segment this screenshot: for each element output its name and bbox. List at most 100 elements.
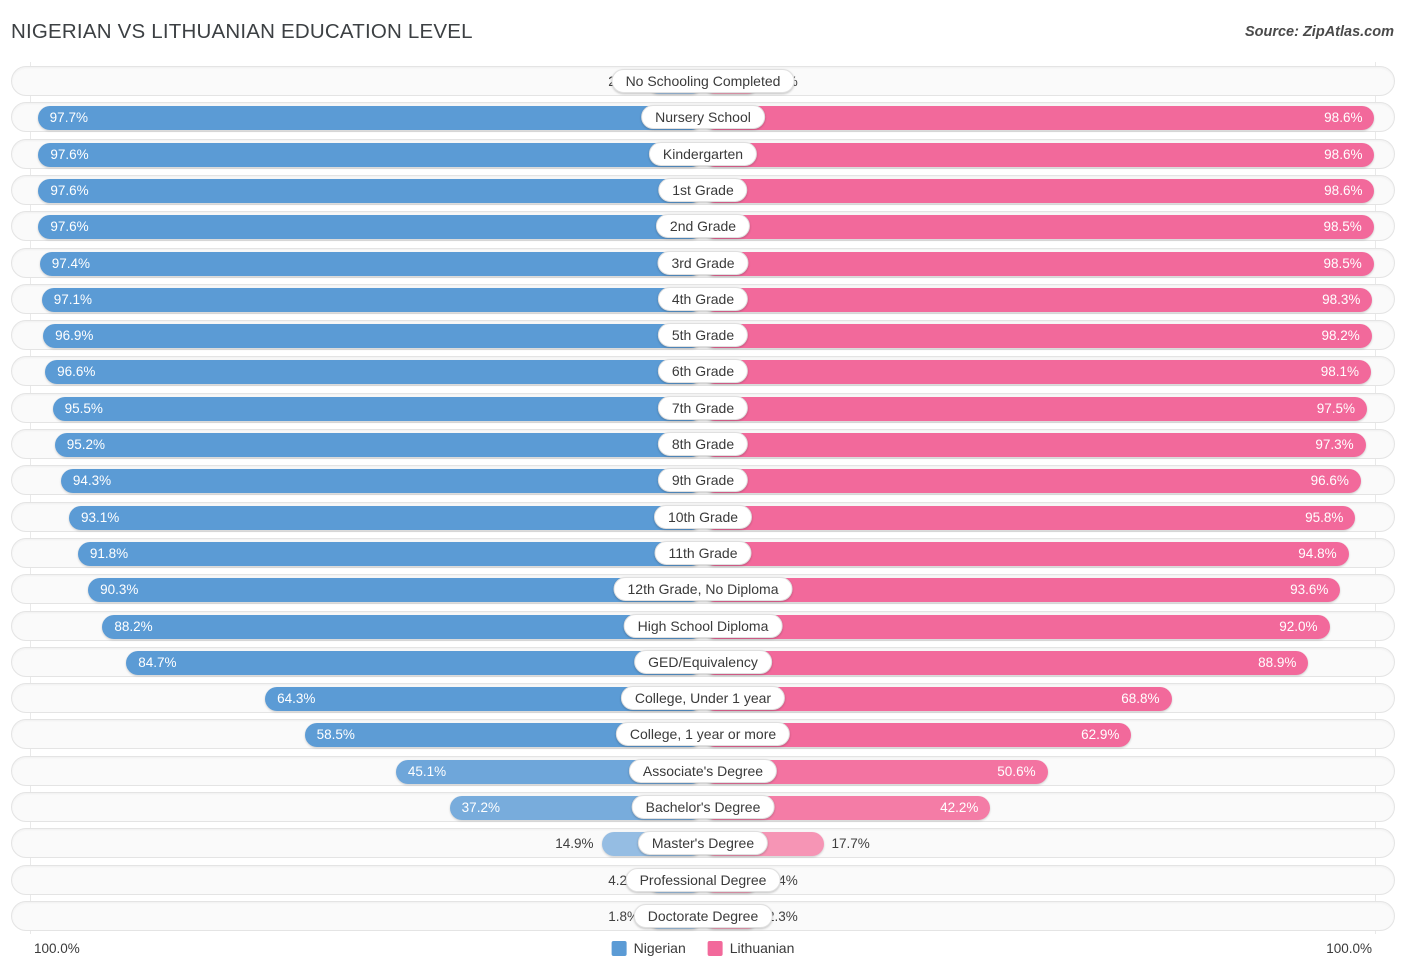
chart-row: 96.9% 98.2% 5th Grade [11,320,1395,350]
axis-label-left: 100.0% [34,941,80,956]
bar-value-lithuanian: 62.9% [1081,723,1119,747]
bar-value-nigerian: 94.3% [73,469,111,493]
legend-swatch-icon [612,941,627,956]
chart-row: 90.3%93.6%12th Grade, No Diploma [11,574,1395,604]
bar-value-nigerian: 97.1% [54,288,92,312]
bar-value-lithuanian: 98.6% [1324,106,1362,130]
category-label: College, 1 year or more [616,722,790,746]
category-label: 8th Grade [658,432,748,456]
bar-value-lithuanian: 92.0% [1279,615,1317,639]
category-label: Doctorate Degree [634,904,773,928]
chart-row: 84.7%88.9%GED/Equivalency [11,647,1395,677]
bar-nigerian: 97.4% [40,252,703,276]
chart-row: 1.8%2.3%Doctorate Degree [11,901,1395,931]
chart-row: 97.6%98.5%2nd Grade [11,211,1395,241]
bar-value-lithuanian: 94.8% [1298,542,1336,566]
bar-value-lithuanian: 93.6% [1290,578,1328,602]
bar-value-nigerian: 91.8% [90,542,128,566]
bar-lithuanian: 98.3% [703,288,1372,312]
bar-value-nigerian: 95.2% [67,433,105,457]
bar-value-lithuanian: 98.6% [1324,179,1362,203]
category-label: No Schooling Completed [612,69,795,93]
bar-value-lithuanian: 68.8% [1121,687,1159,711]
legend-item: Lithuanian [708,940,795,956]
bar-value-nigerian: 95.5% [65,397,103,421]
legend-label: Lithuanian [730,940,795,956]
category-label: 10th Grade [654,505,752,529]
bar-lithuanian: 98.2% [703,324,1372,348]
bar-value-nigerian: 97.6% [50,179,88,203]
bar-value-lithuanian: 96.6% [1311,469,1349,493]
chart-row: 95.5%97.5%7th Grade [11,393,1395,423]
category-label: 5th Grade [658,323,748,347]
bar-value-nigerian: 97.4% [52,252,90,276]
bar-lithuanian: 88.9% [703,651,1308,675]
category-label: College, Under 1 year [621,686,785,710]
bar-lithuanian: 95.8% [703,506,1355,530]
bar-lithuanian: 94.8% [703,542,1349,566]
category-label: Master's Degree [638,831,768,855]
bar-value-nigerian: 96.6% [57,360,95,384]
bar-nigerian: 95.5% [53,397,703,421]
bar-lithuanian: 98.6% [703,143,1374,167]
bar-value-lithuanian: 17.7% [832,832,870,856]
page-title: NIGERIAN VS LITHUANIAN EDUCATION LEVEL [11,20,473,44]
category-label: 4th Grade [658,287,748,311]
chart-row: 45.1%50.6%Associate's Degree [11,756,1395,786]
bar-nigerian: 95.2% [55,433,703,457]
bar-value-nigerian: 93.1% [81,506,119,530]
bar-chart: 2.3%1.4%No Schooling Completed97.7%98.6%… [0,62,1406,934]
bar-value-lithuanian: 98.6% [1324,143,1362,167]
bar-value-nigerian: 88.2% [114,615,152,639]
bar-nigerian: 96.6% [45,360,703,384]
chart-row: 64.3%68.8%College, Under 1 year [11,683,1395,713]
category-label: 3rd Grade [657,251,748,275]
bar-value-nigerian: 37.2% [462,796,500,820]
chart-row: 4.2%5.4%Professional Degree [11,865,1395,895]
bar-value-lithuanian: 95.8% [1305,506,1343,530]
chart-row: 97.7%98.6%Nursery School [11,102,1395,132]
chart-row: 97.6% 98.6% 1st Grade [11,175,1395,205]
bar-value-nigerian: 97.7% [50,106,88,130]
bar-value-nigerian: 97.6% [50,215,88,239]
bar-lithuanian: 98.5% [703,252,1374,276]
bar-nigerian: 94.3% [61,469,703,493]
chart-row: 96.6% 98.1%6th Grade [11,356,1395,386]
category-label: GED/Equivalency [634,650,772,674]
bar-value-nigerian: 96.9% [55,324,93,348]
bar-value-nigerian: 14.9% [555,832,593,856]
bar-lithuanian: 93.6% [703,578,1340,602]
category-label: Kindergarten [649,142,757,166]
bar-nigerian: 97.6% [38,143,703,167]
bar-lithuanian: 98.1% [703,360,1371,384]
chart-footer: 100.0% 100.0% Nigerian Lithuanian [0,934,1406,975]
bar-nigerian: 97.7% [38,106,703,130]
bar-value-lithuanian: 98.3% [1322,288,1360,312]
bar-value-nigerian: 90.3% [100,578,138,602]
bar-value-lithuanian: 97.3% [1315,433,1353,457]
chart-row: 37.2%42.2%Bachelor's Degree [11,792,1395,822]
bar-value-nigerian: 58.5% [317,723,355,747]
category-label: Associate's Degree [629,759,777,783]
bar-lithuanian: 92.0% [703,615,1330,639]
bar-value-lithuanian: 98.2% [1321,324,1359,348]
bar-nigerian: 96.9% [43,324,703,348]
axis-label-right: 100.0% [1326,941,1372,956]
chart-row: 88.2%92.0%High School Diploma [11,611,1395,641]
category-label: 1st Grade [658,178,747,202]
chart-row: 14.9% 17.7% Master's Degree [11,828,1395,858]
bar-lithuanian: 96.6% [703,469,1361,493]
chart-legend: Nigerian Lithuanian [612,940,795,956]
bar-value-lithuanian: 42.2% [940,796,978,820]
chart-row: 97.6% 98.6% Kindergarten [11,139,1395,169]
bar-lithuanian: 97.5% [703,397,1367,421]
bar-lithuanian: 98.6% [703,106,1374,130]
bar-nigerian: 84.7% [126,651,703,675]
category-label: Professional Degree [626,868,781,892]
bar-lithuanian: 98.6% [703,179,1374,203]
legend-label: Nigerian [634,940,686,956]
category-label: 2nd Grade [656,214,750,238]
category-label: 6th Grade [658,359,748,383]
bar-value-lithuanian: 97.5% [1317,397,1355,421]
bar-value-nigerian: 45.1% [408,760,446,784]
